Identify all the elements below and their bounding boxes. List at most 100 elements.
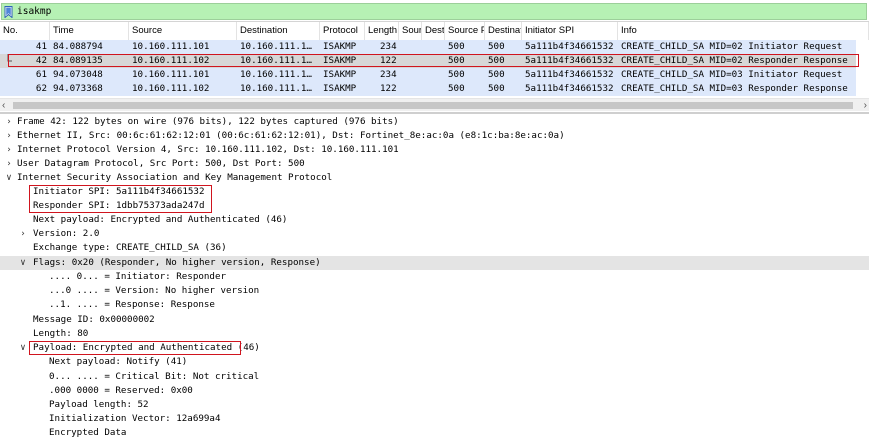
tree-item-frame[interactable]: › Frame 42: 122 bytes on wire (976 bits)… [0,115,869,129]
packet-destination: 10.160.111.1… [240,69,312,80]
packet-initiator-spi: 5a111b4f34661532 [525,83,614,94]
tree-item-flag-version[interactable]: ...0 .... = Version: No higher version [0,284,869,298]
column-header-time[interactable]: Time [50,22,129,40]
scroll-right-icon[interactable]: › [864,100,867,111]
display-filter-value: isakmp [17,6,52,17]
tree-item-label: 0... .... = Critical Bit: Not critical [49,371,260,382]
packet-source: 10.160.111.101 [132,69,210,80]
tree-item-label: ...0 .... = Version: No higher version [49,285,260,296]
tree-item-exchange-type[interactable]: Exchange type: CREATE_CHILD_SA (36) [0,241,869,255]
packet-protocol: ISAKMP [323,83,357,94]
scroll-left-icon[interactable]: ‹ [2,100,5,111]
tree-item-message-id[interactable]: Message ID: 0x00000002 [0,313,869,327]
packet-initiator-spi: 5a111b4f34661532 [525,69,614,80]
tree-item-label: Ethernet II, Src: 00:6c:61:62:12:01 (00:… [17,130,565,141]
packet-time: 94.073048 [53,69,103,80]
tree-item-label: Flags: 0x20 (Responder, No higher versio… [33,257,321,268]
spi-highlight-box [29,185,212,213]
tree-item-flag-initiator[interactable]: .... 0... = Initiator: Responder [0,270,869,284]
expand-arrow-icon[interactable]: › [4,143,14,157]
selected-row-highlight-box [8,54,859,67]
tree-item-flag-response[interactable]: ..1. .... = Response: Response [0,298,869,312]
column-header-source[interactable]: Source [129,22,237,40]
packet-info: CREATE_CHILD_SA MID=02 Initiator Request [621,41,843,52]
packet-dest-port: 500 [488,41,505,52]
collapse-arrow-icon[interactable]: ∨ [18,341,28,355]
packet-info: CREATE_CHILD_SA MID=03 Initiator Request [621,69,843,80]
packet-destination: 10.160.111.1… [240,41,312,52]
tree-item-udp[interactable]: › User Datagram Protocol, Src Port: 500,… [0,157,869,171]
tree-item-label: Length: 80 [33,328,89,339]
tree-item-label: Message ID: 0x00000002 [33,314,155,325]
collapse-arrow-icon[interactable]: ∨ [4,171,14,185]
packet-no: 41 [35,41,47,52]
tree-item-length[interactable]: Length: 80 [0,327,869,341]
packet-source-port: 500 [448,41,465,52]
column-header-source-short[interactable]: Sour [399,22,422,40]
packet-list-header: No. Time Source Destination Protocol Len… [0,22,869,40]
packet-row[interactable]: 61 94.073048 10.160.111.101 10.160.111.1… [0,68,856,82]
tree-item-label: Encrypted Data [49,427,127,438]
tree-item-next-payload[interactable]: Next payload: Encrypted and Authenticate… [0,213,869,227]
column-header-dest-port[interactable]: Destinat [485,22,522,40]
tree-item-version[interactable]: › Version: 2.0 [0,227,869,241]
packet-protocol: ISAKMP [323,41,357,52]
packet-details-pane[interactable]: › Frame 42: 122 bytes on wire (976 bits)… [0,114,869,442]
packet-no: 62 [35,83,47,94]
tree-item-reserved[interactable]: .000 0000 = Reserved: 0x00 [0,384,869,398]
packet-row[interactable]: 41 84.088794 10.160.111.101 10.160.111.1… [0,40,856,54]
column-header-no[interactable]: No. [0,22,50,40]
scrollbar-thumb[interactable] [13,102,853,109]
packet-destination: 10.160.111.1… [240,83,312,94]
column-header-dest-short[interactable]: Dest [422,22,445,40]
tree-item-ethernet[interactable]: › Ethernet II, Src: 00:6c:61:62:12:01 (0… [0,129,869,143]
packet-dest-port: 500 [488,69,505,80]
packet-source-port: 500 [448,83,465,94]
packet-row-selected[interactable]: 42 84.089135 10.160.111.102 10.160.111.1… [0,54,859,68]
packet-source: 10.160.111.101 [132,41,210,52]
bookmark-icon[interactable] [4,6,13,18]
payload-highlight-box [29,341,241,355]
tree-item-label: Next payload: Encrypted and Authenticate… [33,214,288,225]
tree-item-payload-next[interactable]: Next payload: Notify (41) [0,355,869,369]
packet-info: CREATE_CHILD_SA MID=03 Responder Respons… [621,83,848,94]
display-filter-toolbar: isakmp [0,0,869,22]
tree-item-label: Version: 2.0 [33,228,100,239]
packet-length: 234 [380,41,397,52]
column-header-initiator-spi[interactable]: Initiator SPI [522,22,618,40]
packet-dest-port: 500 [488,83,505,94]
tree-item-encrypted-data[interactable]: Encrypted Data [0,426,869,440]
tree-item-label: Payload length: 52 [49,399,149,410]
column-header-source-port[interactable]: Source P [445,22,485,40]
packet-time: 84.088794 [53,41,103,52]
expand-arrow-icon[interactable]: › [4,115,14,129]
column-header-info[interactable]: Info [618,22,869,40]
packet-row[interactable]: 62 94.073368 10.160.111.102 10.160.111.1… [0,82,856,96]
column-header-destination[interactable]: Destination [237,22,320,40]
column-header-protocol[interactable]: Protocol [320,22,365,40]
tree-item-label: Exchange type: CREATE_CHILD_SA (36) [33,242,227,253]
tree-item-isakmp[interactable]: ∨ Internet Security Association and Key … [0,171,869,185]
expand-arrow-icon[interactable]: › [18,227,28,241]
collapse-arrow-icon[interactable]: ∨ [18,256,28,270]
column-header-length[interactable]: Length [365,22,399,40]
tree-item-label: .000 0000 = Reserved: 0x00 [49,385,193,396]
tree-item-ip[interactable]: › Internet Protocol Version 4, Src: 10.1… [0,143,869,157]
tree-item-iv[interactable]: Initialization Vector: 12a699a4 [0,412,869,426]
tree-item-label: Internet Security Association and Key Ma… [17,172,333,183]
packet-list[interactable]: No. Time Source Destination Protocol Len… [0,22,869,112]
packet-length: 234 [380,69,397,80]
tree-item-label: ..1. .... = Response: Response [49,299,215,310]
tree-item-label: User Datagram Protocol, Src Port: 500, D… [17,158,305,169]
tree-item-label: Next payload: Notify (41) [49,356,188,367]
horizontal-scrollbar[interactable]: ‹ › [0,98,869,111]
expand-arrow-icon[interactable]: › [4,157,14,171]
packet-no: 61 [35,69,47,80]
tree-item-critical-bit[interactable]: 0... .... = Critical Bit: Not critical [0,370,869,384]
expand-arrow-icon[interactable]: › [4,129,14,143]
tree-item-payload-length[interactable]: Payload length: 52 [0,398,869,412]
packet-protocol: ISAKMP [323,69,357,80]
packet-length: 122 [380,83,397,94]
tree-item-flags[interactable]: ∨ Flags: 0x20 (Responder, No higher vers… [0,256,869,270]
display-filter-input[interactable]: isakmp [1,3,867,20]
